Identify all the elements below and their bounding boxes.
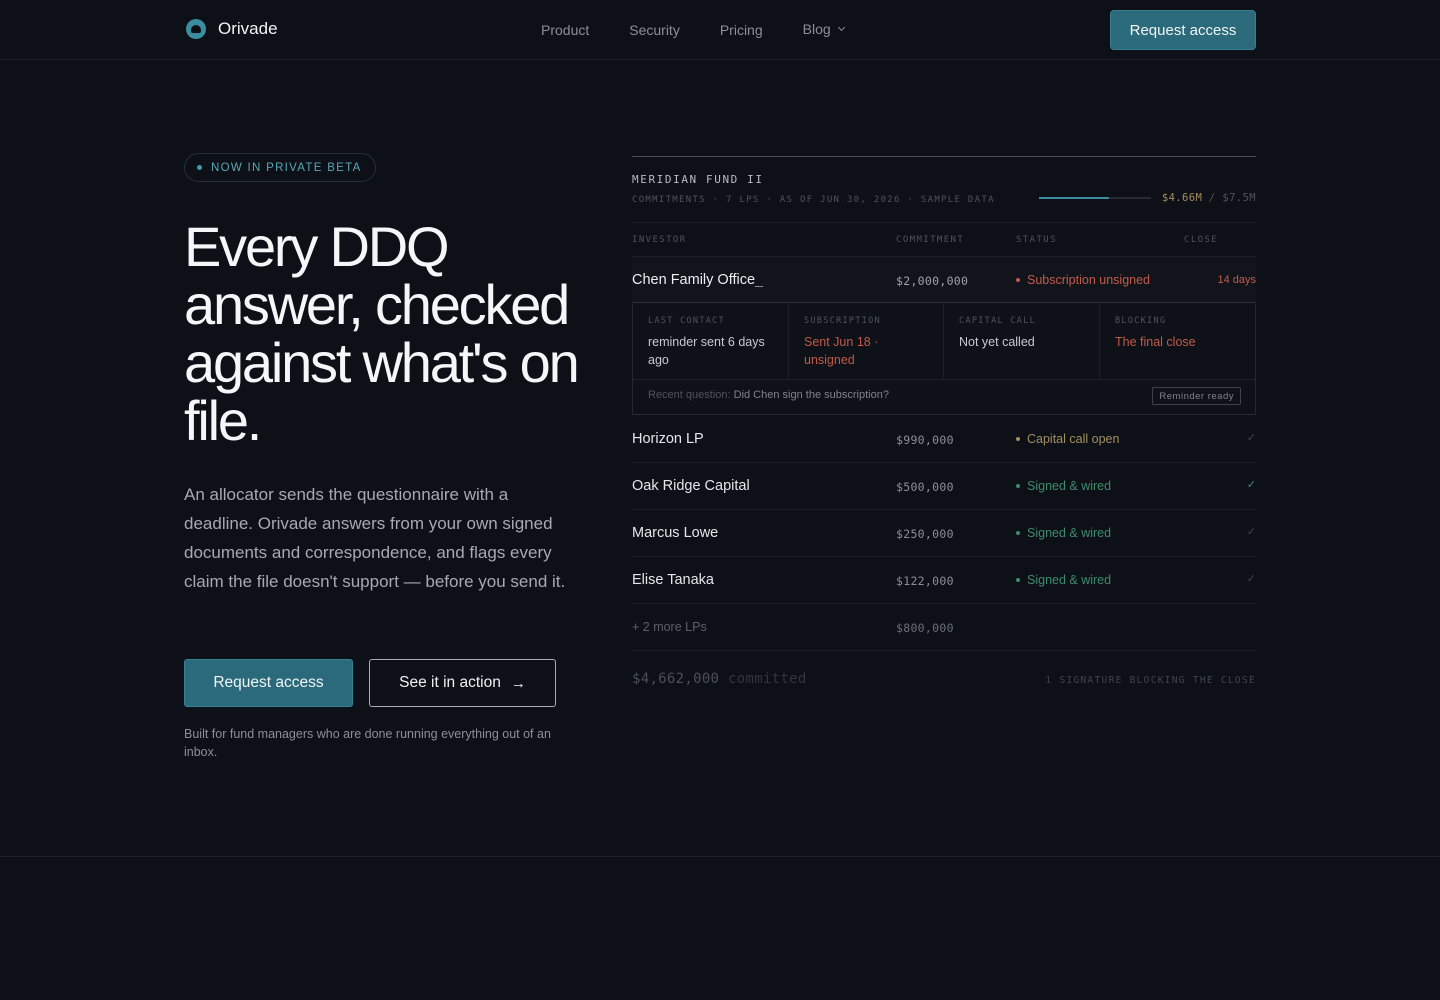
detail-subscription: SUBSCRIPTION Sent Jun 18 · unsigned [789, 304, 944, 379]
nav-request-access-button[interactable]: Request access [1110, 10, 1256, 50]
arrow-right-icon: → [510, 674, 526, 692]
detail-value: Not yet called [959, 335, 1035, 349]
recent-question-text: Did Chen sign the subscription? [733, 389, 889, 401]
detail-capital-call: CAPITAL CALL Not yet called [944, 304, 1100, 379]
total-committed-amount: $4,662,000 [632, 671, 720, 687]
status-dot-icon [1016, 484, 1020, 488]
nav-link-security[interactable]: Security [629, 22, 680, 38]
see-it-in-action-button[interactable]: See it in action → [369, 659, 556, 707]
beta-badge-label: NOW IN PRIVATE BETA [211, 161, 362, 174]
total-committed: $4,662,000 committed [632, 671, 807, 687]
commitment-amount: $500,000 [896, 480, 954, 494]
check-icon: ✓ [1246, 526, 1256, 538]
hero-subhead: An allocator sends the questionnaire wit… [184, 485, 566, 591]
commitment-progress-bar [1039, 197, 1151, 199]
table-row[interactable]: Horizon LP $990,000 Capital call open ✓ [632, 416, 1256, 463]
column-status: STATUS [1016, 235, 1057, 245]
status-dot-icon [197, 165, 202, 170]
column-commitment: COMMITMENT [896, 235, 965, 245]
status-badge: Signed & wired [1016, 479, 1111, 493]
table-row-active[interactable]: Chen Family Office_ $2,000,000 Subscript… [632, 256, 1256, 303]
status-dot-icon [1016, 578, 1020, 582]
investor-name: Marcus Lowe [632, 525, 719, 541]
investor-detail-card: LAST CONTACT reminder sent 6 days ago SU… [632, 304, 1256, 415]
detail-value: The final close [1115, 335, 1196, 349]
detail-label: CAPITAL CALL [959, 316, 1037, 326]
status-dot-icon [1016, 437, 1020, 441]
committed-amount: $4.66M [1161, 192, 1203, 204]
check-icon: ✓ [1246, 432, 1256, 444]
section-divider [0, 856, 1440, 857]
status-text: Subscription unsigned [1027, 273, 1150, 287]
brand-name: Orivade [218, 19, 278, 38]
status-text: Signed & wired [1027, 526, 1112, 540]
status-badge: Signed & wired [1016, 526, 1111, 540]
investor-name: Chen Family Office_ [632, 272, 763, 288]
nav-links: Product Security Pricing Blog [541, 21, 884, 38]
status-badge: Signed & wired [1016, 573, 1111, 587]
investor-name: Horizon LP [632, 431, 704, 447]
commitment-amount: $990,000 [896, 433, 954, 447]
recent-question-label: Recent question: [648, 389, 731, 401]
status-badge: Capital call open [1016, 432, 1119, 446]
total-committed-suffix: committed [728, 671, 807, 687]
detail-last-contact: LAST CONTACT reminder sent 6 days ago [633, 304, 789, 379]
column-close: CLOSE [1184, 235, 1219, 245]
beta-badge: NOW IN PRIVATE BETA [184, 153, 376, 182]
commitment-progress-fill [1039, 197, 1109, 199]
top-nav: Orivade Product Security Pricing Blog Re… [0, 0, 1440, 60]
detail-divider [633, 379, 1255, 380]
chevron-down-icon [837, 23, 845, 31]
fund-meta: COMMITMENTS · 7 LPS · AS OF JUN 30, 2026… [632, 195, 995, 205]
commitment-amount: $122,000 [896, 574, 954, 588]
commitment-totals: $4.66M / $7.5M [1162, 192, 1256, 204]
table-row[interactable]: Oak Ridge Capital $500,000 Signed & wire… [632, 463, 1256, 510]
column-investor: INVESTOR [632, 235, 687, 245]
commitment-amount: $2,000,000 [896, 274, 969, 288]
detail-label: SUBSCRIPTION [804, 316, 882, 326]
brand-logo[interactable]: Orivade [186, 19, 278, 39]
target-amount: $7.5M [1222, 192, 1256, 204]
status-dot-icon [1016, 531, 1020, 535]
nav-link-blog-label: Blog [802, 21, 831, 37]
nav-link-pricing[interactable]: Pricing [720, 22, 763, 38]
reminder-ready-button[interactable]: Reminder ready [1152, 387, 1241, 405]
more-lps-label: + 2 more LPs [632, 620, 707, 634]
table-row[interactable]: Elise Tanaka $122,000 Signed & wired ✓ [632, 557, 1256, 604]
close-countdown: 14 days [1217, 274, 1256, 286]
investor-name: Oak Ridge Capital [632, 478, 750, 494]
more-lps-row[interactable]: + 2 more LPs $800,000 [632, 604, 1256, 651]
investor-name: Elise Tanaka [632, 572, 714, 588]
status-text: Signed & wired [1027, 479, 1112, 493]
detail-blocking: BLOCKING The final close [1100, 304, 1255, 379]
status-text: Capital call open [1027, 432, 1120, 446]
hero-headline: Every DDQ answer, checked against what's… [184, 215, 580, 452]
commitment-amount: $250,000 [896, 527, 954, 541]
check-icon: ✓ [1246, 479, 1256, 491]
detail-value: reminder sent 6 days ago [648, 335, 765, 367]
detail-value: Sent Jun 18 · unsigned [804, 335, 879, 367]
brand-icon [186, 19, 206, 39]
investor-name-text: Chen Family Office [632, 272, 756, 288]
amount-separator: / [1208, 192, 1216, 204]
panel-divider [632, 156, 1256, 157]
fund-name: MERIDIAN FUND II [632, 173, 764, 186]
recent-question: Recent question: Did Chen sign the subsc… [648, 389, 889, 401]
table-row[interactable]: Marcus Lowe $250,000 Signed & wired ✓ [632, 510, 1256, 557]
status-dot-icon [1016, 278, 1020, 282]
detail-label: LAST CONTACT [648, 316, 726, 326]
status-text: Signed & wired [1027, 573, 1112, 587]
request-access-button[interactable]: Request access [184, 659, 353, 707]
text-cursor: _ [755, 272, 764, 288]
detail-label: BLOCKING [1115, 316, 1167, 326]
status-badge: Subscription unsigned [1016, 273, 1150, 287]
blocking-note: 1 SIGNATURE BLOCKING THE CLOSE [1045, 675, 1256, 686]
see-it-in-action-label: See it in action [399, 674, 501, 691]
more-lps-amount: $800,000 [896, 621, 954, 635]
table-header: INVESTOR COMMITMENT STATUS CLOSE [632, 222, 1256, 256]
check-icon: ✓ [1246, 573, 1256, 585]
nav-link-product[interactable]: Product [541, 22, 589, 38]
hero-footnote: Built for fund managers who are done run… [184, 727, 551, 759]
nav-link-blog[interactable]: Blog [802, 21, 845, 37]
